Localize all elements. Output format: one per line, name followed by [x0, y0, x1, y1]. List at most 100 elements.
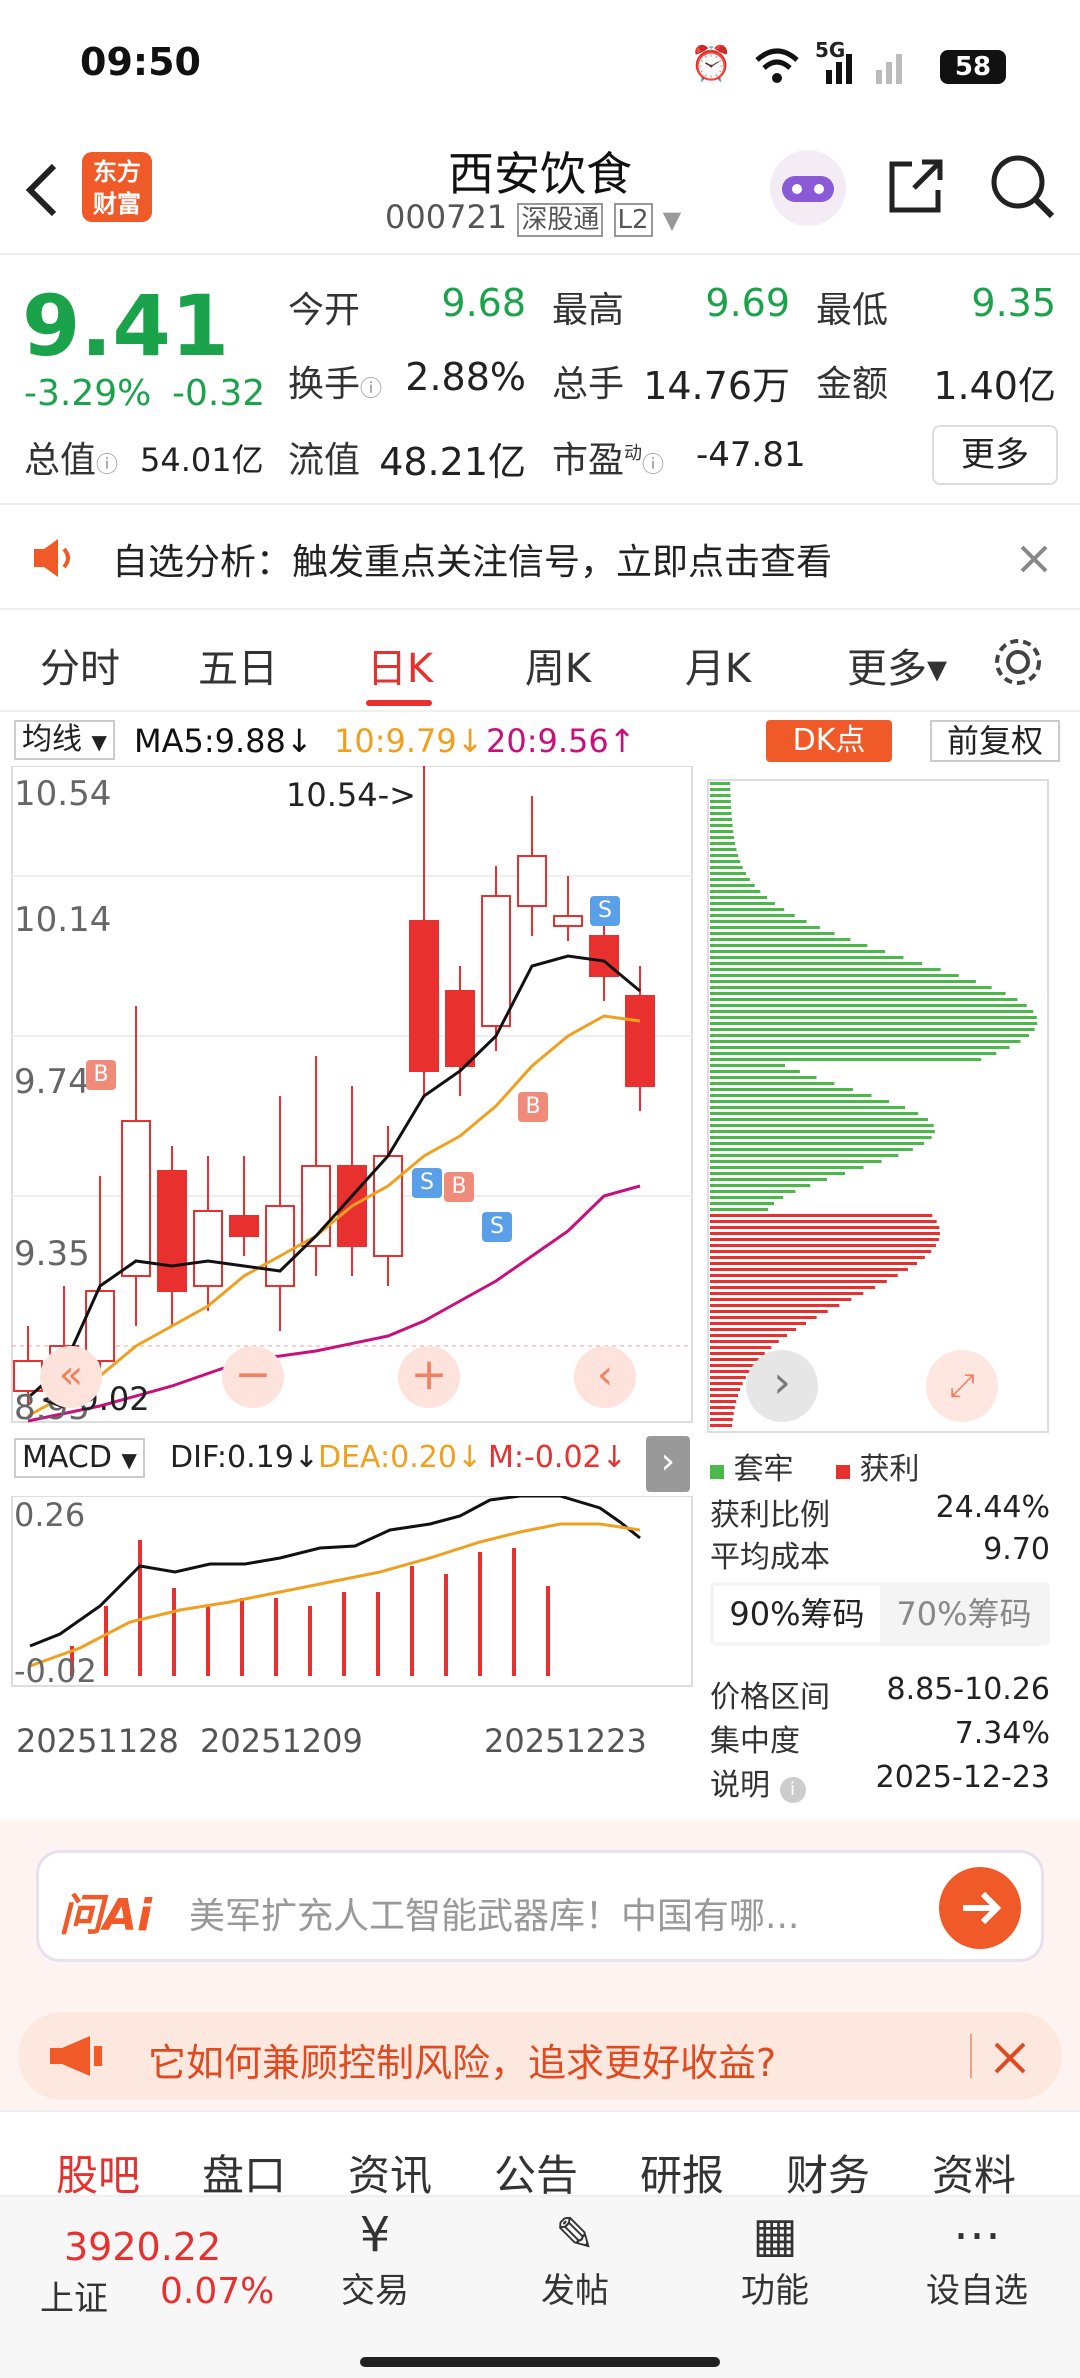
chip-bar: [710, 980, 976, 983]
tab-daily-k[interactable]: 日K: [330, 636, 470, 694]
chip-bar: [710, 1364, 754, 1367]
chip-bar: [710, 1124, 934, 1127]
tab-chip-70[interactable]: 70%筹码: [882, 1586, 1046, 1642]
tab-research[interactable]: 研报: [640, 2142, 724, 2203]
home-indicator: [360, 2357, 720, 2367]
dea-value: DEA:0.20↓: [318, 1440, 483, 1475]
tab-profile[interactable]: 资料: [932, 2142, 1016, 2203]
tab-minute[interactable]: 分时: [10, 636, 150, 694]
buy-marker[interactable]: B: [518, 1092, 548, 1122]
chip-distribution: [707, 779, 1049, 1433]
tab-forum[interactable]: 股吧: [56, 2142, 140, 2203]
tab-chip-90[interactable]: 90%筹码: [714, 1586, 880, 1642]
dk-point-button[interactable]: DK点: [766, 720, 892, 762]
tab-monthly-k[interactable]: 月K: [648, 636, 788, 694]
chip-bar: [710, 1172, 846, 1175]
chip-bar: [710, 1400, 737, 1403]
candle-body: [13, 1360, 43, 1392]
ai-submit-button[interactable]: [939, 1867, 1021, 1949]
promo-banner[interactable]: 它如何兼顾控制风险，追求更好收益?: [18, 2012, 1062, 2100]
zoom-in-button[interactable]: +: [398, 1346, 460, 1408]
close-icon[interactable]: [992, 2040, 1028, 2076]
chip-bar: [710, 1298, 852, 1301]
add-watchlist-button[interactable]: ⋯ 设自选: [912, 2207, 1042, 2312]
chip-bar: [710, 830, 734, 833]
chip-next-button[interactable]: ›: [746, 1350, 818, 1422]
chip-bar: [710, 782, 731, 785]
chip-bar: [710, 842, 736, 845]
page-title: 西安饮食: [448, 147, 632, 201]
functions-button[interactable]: ▦ 功能: [720, 2207, 830, 2312]
scroll-left-fast-button[interactable]: «: [40, 1346, 102, 1408]
notice-text: 自选分析：触发重点关注信号，立即点击查看: [112, 542, 833, 583]
fullscreen-icon[interactable]: ⤢: [926, 1350, 998, 1422]
candle-body: [157, 1170, 187, 1292]
zoom-out-button[interactable]: −: [222, 1346, 284, 1408]
tab-financials[interactable]: 财务: [786, 2142, 870, 2203]
close-icon[interactable]: [1018, 543, 1050, 575]
post-button[interactable]: ✎ 发帖: [520, 2207, 630, 2312]
amount-label: 金额: [816, 364, 889, 405]
chip-bar: [710, 908, 785, 911]
tab-announcements[interactable]: 公告: [494, 2142, 578, 2203]
kline-chart-area: 均线 ▼ MA5:9.88↓ 10:9.79↓ 20:9.56↑ DK点 前复权…: [0, 712, 1080, 1817]
amount-value: 1.40亿: [933, 364, 1056, 408]
chip-bar: [710, 962, 923, 965]
macd-selector[interactable]: MACD ▼: [14, 1438, 145, 1478]
ai-search-bar[interactable]: 问Ai 美军扩充人工智能武器库！中国有哪...: [36, 1850, 1044, 1962]
macd-y-top: 0.26: [14, 1496, 86, 1534]
assistant-avatar[interactable]: [770, 150, 846, 226]
profit-ratio-row: 获利比例 24.44%: [710, 1490, 1050, 1533]
y-label-4: 9.35: [14, 1234, 90, 1274]
chip-bar: [710, 932, 835, 935]
settings-gear-icon[interactable]: [990, 634, 1046, 690]
tab-weekly-k[interactable]: 周K: [488, 636, 628, 694]
bottom-bar: 3920.22 上证 0.07% ¥ 交易 ✎ 发帖 ▦ 功能 ⋯ 设自选: [0, 2195, 1080, 2378]
chip-bar: [710, 1034, 1029, 1037]
chip-bar: [710, 1274, 898, 1277]
candle-body: [121, 1120, 151, 1277]
search-icon[interactable]: [988, 152, 1056, 220]
tab-more[interactable]: 更多▾: [812, 636, 982, 694]
macd-y-bottom: -0.02: [14, 1652, 97, 1690]
chip-bar: [710, 1280, 887, 1283]
buy-marker[interactable]: B: [86, 1060, 116, 1090]
y-label-2: 10.14: [14, 900, 112, 940]
volume-label: 总手: [552, 364, 625, 405]
chip-bar: [710, 1226, 940, 1229]
chip-bar: [710, 1322, 807, 1325]
chip-bar: [710, 1406, 735, 1409]
period-tabs: 分时 五日 日K 周K 月K 更多▾: [0, 612, 1080, 712]
sell-marker[interactable]: S: [412, 1168, 442, 1198]
index-value[interactable]: 3920.22: [64, 2225, 221, 2269]
arrow-right-icon: [963, 1891, 1002, 1925]
max-mark: 10.54->: [286, 776, 416, 814]
chip-bar: [710, 938, 851, 941]
share-icon[interactable]: [884, 154, 948, 218]
candle-body: [625, 995, 655, 1087]
back-arrow-icon[interactable]: [22, 160, 62, 220]
buy-marker[interactable]: B: [444, 1172, 474, 1202]
chip-bar: [710, 1316, 817, 1319]
chip-bar: [710, 896, 768, 899]
chip-bar: [710, 1424, 733, 1427]
expand-arrow-button[interactable]: ›: [646, 1436, 690, 1492]
chip-bar: [710, 1208, 769, 1211]
current-price: 9.41: [22, 277, 230, 375]
dropdown-icon: ▼: [662, 206, 682, 234]
adjust-button[interactable]: 前复权: [930, 720, 1060, 762]
scroll-left-button[interactable]: ‹: [574, 1346, 636, 1408]
tab-orderbook[interactable]: 盘口: [202, 2142, 286, 2203]
signal-notice[interactable]: 自选分析：触发重点关注信号，立即点击查看: [0, 505, 1080, 610]
grid-icon: ▦: [752, 2207, 798, 2263]
more-button[interactable]: 更多: [932, 425, 1058, 485]
trade-button[interactable]: ¥ 交易: [320, 2207, 430, 2312]
candle-body: [481, 895, 511, 1027]
sell-marker[interactable]: S: [482, 1212, 512, 1242]
tab-news[interactable]: 资讯: [348, 2142, 432, 2203]
ma-selector[interactable]: 均线 ▼: [14, 720, 115, 760]
float-value: 48.21亿: [379, 440, 526, 484]
sell-marker[interactable]: S: [590, 896, 620, 926]
tab-five-day[interactable]: 五日: [168, 636, 308, 694]
chip-bar: [710, 806, 732, 809]
